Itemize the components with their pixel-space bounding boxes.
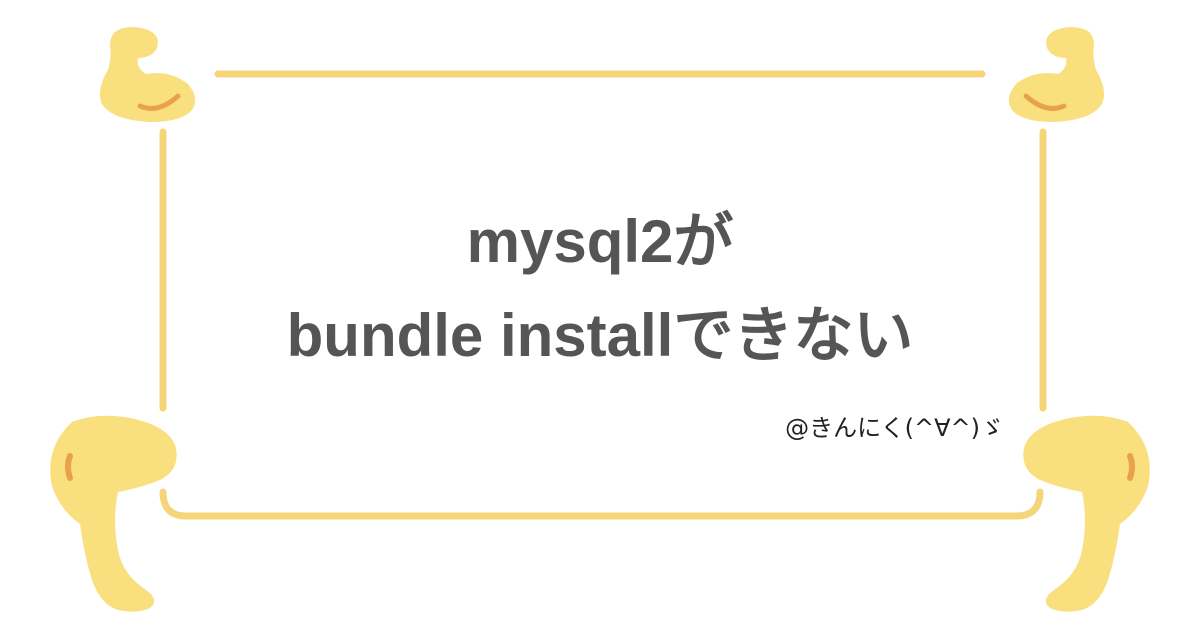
title-line-1: mysql2が [466,208,734,275]
bent-leg-icon [50,415,177,612]
thumbnail-card: mysql2が bundle installできない @きんにく(^∀^)ゞ [0,0,1200,630]
title-line-2: bundle installできない [286,302,914,369]
flexed-arm-icon [100,27,196,122]
frame-lines [159,70,1047,520]
bent-leg-icon [1023,415,1150,612]
flexed-arm-icon [1008,27,1104,122]
author-handle: @きんにく(^∀^)ゞ [785,414,1004,442]
frame-bottom-line [159,488,1044,520]
